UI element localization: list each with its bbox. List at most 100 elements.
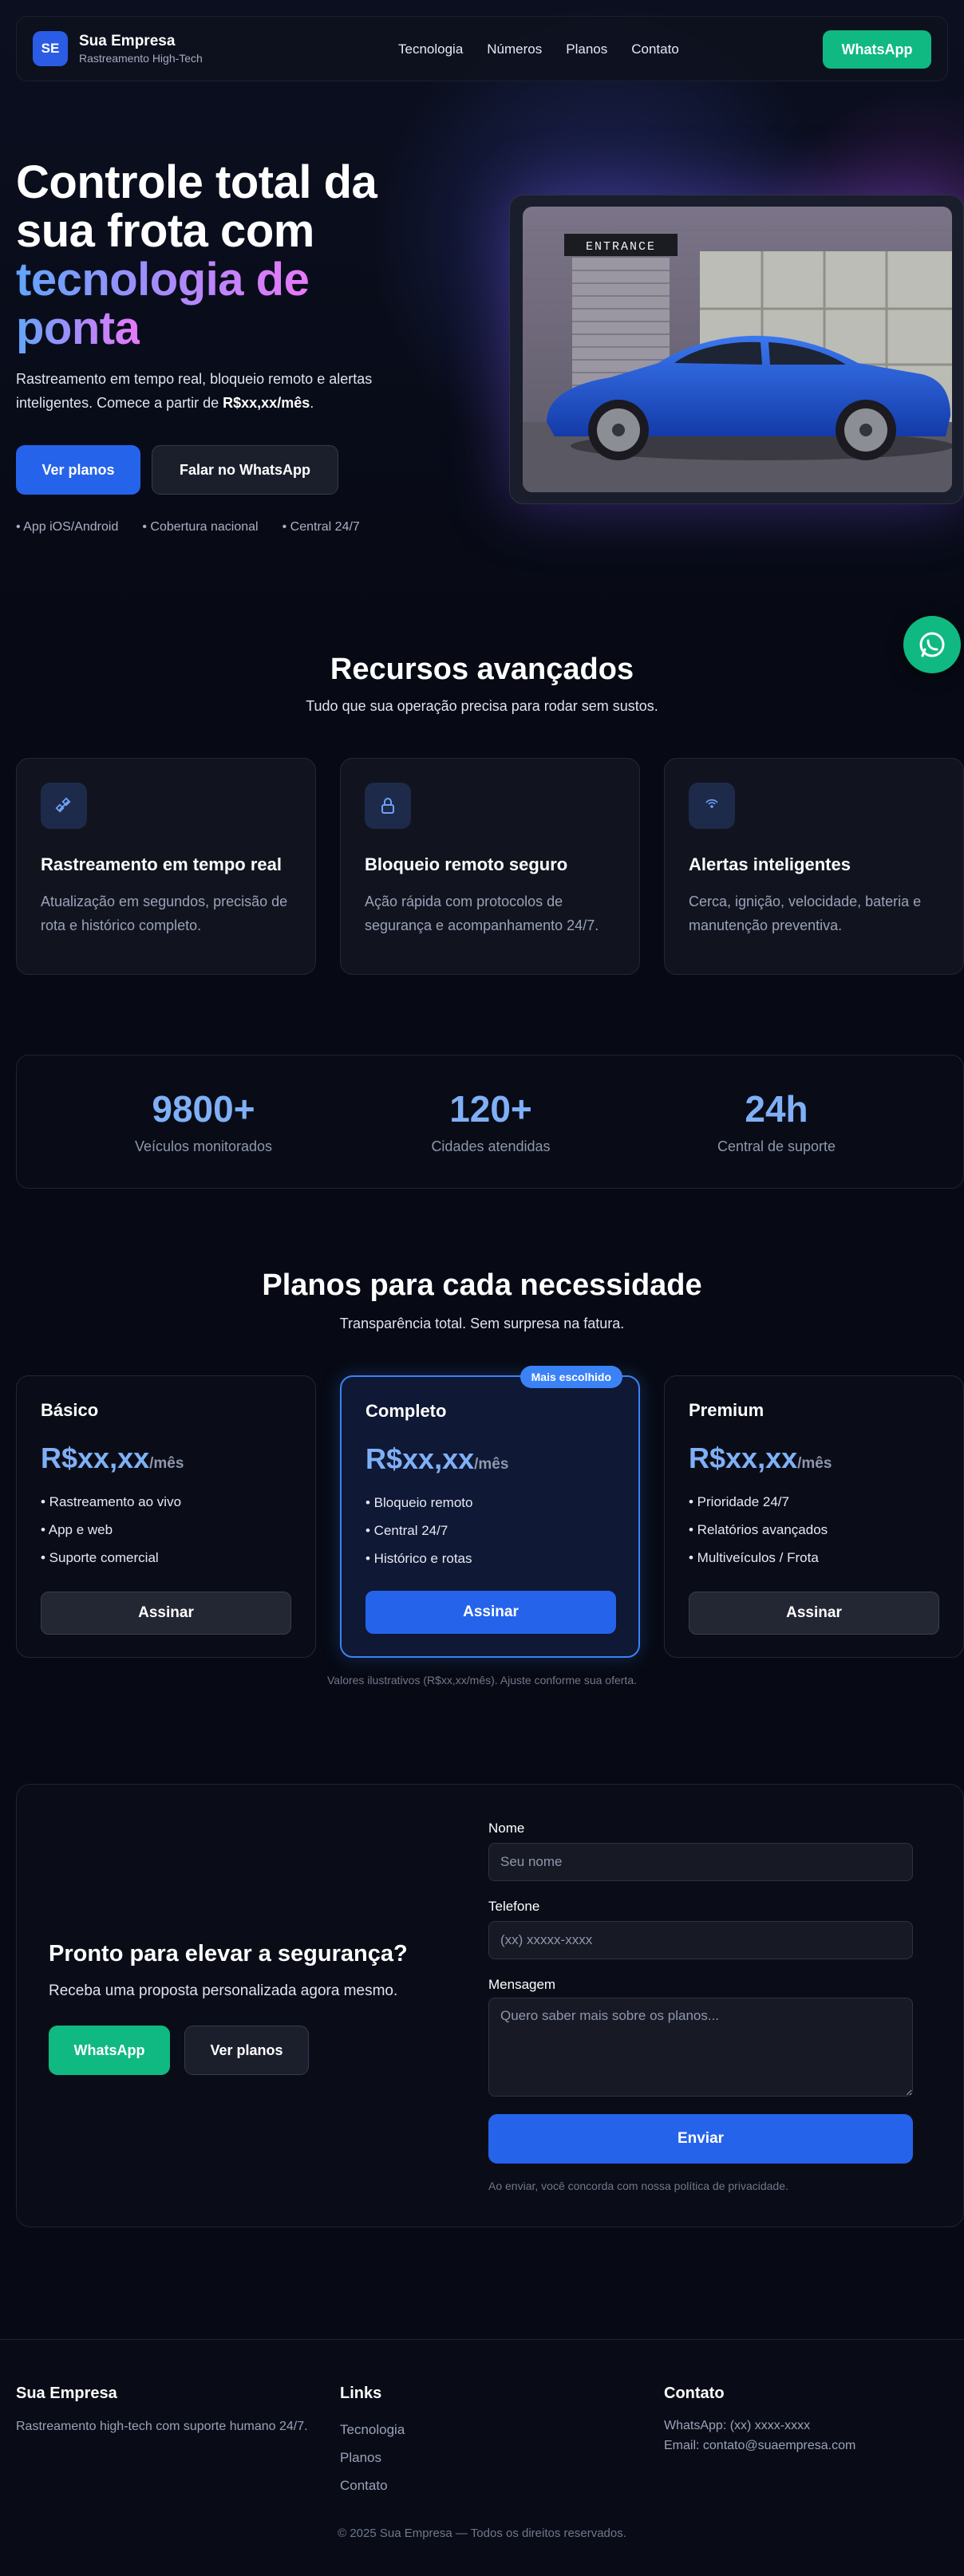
- entrance-sign: ENTRANCE: [586, 240, 656, 254]
- plan-card-completo: Mais escolhido Completo R$xx,xx/mês • Bl…: [340, 1366, 640, 1658]
- message-textarea[interactable]: [488, 1998, 913, 2097]
- name-input[interactable]: [488, 1843, 913, 1881]
- feature-card-alerts: Alertas inteligentes Cerca, ignição, vel…: [664, 758, 964, 975]
- top-navbar: SE Sua Empresa Rastreamento High-Tech Te…: [16, 16, 948, 81]
- stat-support: 24h Central de suporte: [657, 1087, 896, 1155]
- logo[interactable]: SE: [33, 31, 68, 66]
- footer-contact-email[interactable]: Email: contato@suaempresa.com: [664, 2436, 964, 2456]
- feature-description: Ação rápida com protocolos de segurança …: [365, 894, 599, 933]
- footer-links: Tecnologia Planos Contato: [340, 2416, 405, 2499]
- hero-desc-text: Rastreamento em tempo real, bloqueio rem…: [16, 371, 373, 411]
- cta-whatsapp-button[interactable]: WhatsApp: [49, 2026, 170, 2075]
- hero-desc-price: R$xx,xx/mês: [223, 395, 310, 411]
- cta-title: Pronto para elevar a segurança?: [49, 1941, 408, 1967]
- feature-title: Bloqueio remoto seguro: [365, 854, 568, 874]
- features-subtitle: Tudo que sua operação precisa para rodar…: [306, 698, 658, 714]
- plans-note: Valores ilustrativos (R$xx,xx/mês). Ajus…: [327, 1674, 637, 1686]
- footer-link-tecnologia[interactable]: Tecnologia: [340, 2416, 405, 2444]
- plan-subscribe-button[interactable]: Assinar: [41, 1592, 291, 1635]
- nav-link-planos[interactable]: Planos: [566, 41, 607, 57]
- plan-feature: • Multiveículos / Frota: [689, 1550, 819, 1565]
- hero-title-gradient-line1: tecnologia de: [16, 254, 310, 306]
- plans-subtitle: Transparência total. Sem surpresa na fat…: [339, 1316, 625, 1331]
- name-label: Nome: [488, 1821, 525, 1836]
- footer-contact-title: Contato: [664, 2385, 725, 2402]
- footer-contact-details: WhatsApp: (xx) xxxx-xxxx Email: contato@…: [664, 2416, 964, 2456]
- plan-feature: • Central 24/7: [365, 1523, 448, 1538]
- plan-price-value: R$xx,xx: [689, 1442, 798, 1474]
- plan-price: R$xx,xx/mês: [365, 1442, 614, 1476]
- stat-label: Veículos monitorados: [134, 1138, 273, 1154]
- footer-copyright: © 2025 Sua Empresa — Todos os direitos r…: [338, 2527, 626, 2540]
- nav-links: Tecnologia Números Planos Contato: [398, 17, 679, 82]
- nav-link-tecnologia[interactable]: Tecnologia: [398, 41, 463, 57]
- stat-value: 24h: [745, 1088, 808, 1130]
- plan-subscribe-button[interactable]: Assinar: [365, 1591, 616, 1634]
- footer-brand-col: Sua Empresa Rastreamento high-tech com s…: [16, 2385, 319, 2437]
- plan-subscribe-button[interactable]: Assinar: [689, 1592, 939, 1635]
- plans-title: Planos para cada necessidade: [262, 1268, 702, 1302]
- feature-card-tracking: Rastreamento em tempo real Atualização e…: [16, 758, 316, 975]
- badge-central: • Central 24/7: [282, 520, 360, 534]
- plan-feature: • Histórico e rotas: [365, 1551, 472, 1566]
- plan-price-value: R$xx,xx: [41, 1442, 150, 1474]
- plan-name: Premium: [689, 1400, 764, 1420]
- lock-icon: [365, 783, 411, 829]
- stat-value: 9800+: [152, 1088, 255, 1130]
- footer: Sua Empresa Rastreamento high-tech com s…: [0, 2339, 964, 2576]
- plan-card-basico: Básico R$xx,xx/mês • Rastreamento ao viv…: [16, 1375, 316, 1658]
- nav-link-numeros[interactable]: Números: [487, 41, 542, 57]
- footer-link-planos[interactable]: Planos: [340, 2444, 405, 2471]
- hero-title: Controle total da sua frota com tecnolog…: [16, 158, 463, 353]
- plan-feature: • App e web: [41, 1522, 113, 1537]
- feature-title: Rastreamento em tempo real: [41, 854, 282, 874]
- plan-name: Básico: [41, 1400, 99, 1420]
- plan-features: • Rastreamento ao vivo • App e web • Sup…: [41, 1488, 291, 1572]
- badge-coverage: • Cobertura nacional: [142, 520, 259, 534]
- stats-panel: 9800+ Veículos monitorados 120+ Cidades …: [16, 1055, 964, 1189]
- hero-badges: • App iOS/Android • Cobertura nacional •…: [16, 520, 360, 535]
- feature-title: Alertas inteligentes: [689, 854, 851, 874]
- footer-brand-name: Sua Empresa: [16, 2385, 117, 2402]
- cta-view-plans-button[interactable]: Ver planos: [184, 2026, 309, 2075]
- plan-feature: • Bloqueio remoto: [365, 1495, 473, 1510]
- cta-subtitle: Receba uma proposta personalizada agora …: [49, 1982, 398, 1999]
- plan-price: R$xx,xx/mês: [41, 1442, 291, 1475]
- plan-features: • Prioridade 24/7 • Relatórios avançados…: [689, 1488, 939, 1572]
- feature-description: Cerca, ignição, velocidade, bateria e ma…: [689, 894, 922, 933]
- send-button[interactable]: Enviar: [488, 2114, 913, 2164]
- footer-link-contato[interactable]: Contato: [340, 2471, 405, 2499]
- plan-price: R$xx,xx/mês: [689, 1442, 939, 1475]
- plan-feature: • Relatórios avançados: [689, 1522, 828, 1537]
- stat-label: Central de suporte: [717, 1138, 836, 1154]
- plan-card-premium: Premium R$xx,xx/mês • Prioridade 24/7 • …: [664, 1375, 964, 1658]
- hero-title-line1: Controle total da: [16, 156, 377, 208]
- hero-title-line2: sua frota com: [16, 205, 314, 257]
- hero-whatsapp-button[interactable]: Falar no WhatsApp: [152, 445, 338, 495]
- plan-price-period: /mês: [797, 1455, 832, 1472]
- features-title: Recursos avançados: [330, 653, 634, 686]
- hero-title-gradient-line2: ponta: [16, 302, 140, 354]
- plan-price-period: /mês: [149, 1455, 184, 1472]
- plan-feature: • Rastreamento ao vivo: [41, 1494, 182, 1509]
- privacy-note: Ao enviar, você concorda com nossa polít…: [488, 2180, 788, 2192]
- plan-name: Completo: [365, 1401, 447, 1421]
- badge-app: • App iOS/Android: [16, 520, 119, 534]
- phone-input[interactable]: [488, 1921, 913, 1959]
- nav-whatsapp-button[interactable]: WhatsApp: [823, 30, 931, 69]
- hero-desc-end: .: [310, 395, 314, 411]
- footer-brand-desc: Rastreamento high-tech com suporte human…: [16, 2420, 308, 2433]
- footer-contact-whatsapp[interactable]: WhatsApp: (xx) xxxx-xxxx: [664, 2416, 964, 2436]
- stat-value: 120+: [449, 1088, 532, 1130]
- nav-link-contato[interactable]: Contato: [631, 41, 679, 57]
- plan-price-period: /mês: [474, 1456, 509, 1473]
- brand-name: Sua Empresa: [79, 33, 176, 49]
- stat-vehicles: 9800+ Veículos monitorados: [84, 1087, 323, 1155]
- hero-description: Rastreamento em tempo real, bloqueio rem…: [16, 367, 431, 415]
- stat-cities: 120+ Cidades atendidas: [371, 1087, 610, 1155]
- feature-card-lock: Bloqueio remoto seguro Ação rápida com p…: [340, 758, 640, 975]
- brand: Sua Empresa Rastreamento High-Tech: [79, 33, 203, 65]
- hero-view-plans-button[interactable]: Ver planos: [16, 445, 140, 495]
- plan-feature: • Prioridade 24/7: [689, 1494, 789, 1509]
- message-label: Mensagem: [488, 1977, 556, 1992]
